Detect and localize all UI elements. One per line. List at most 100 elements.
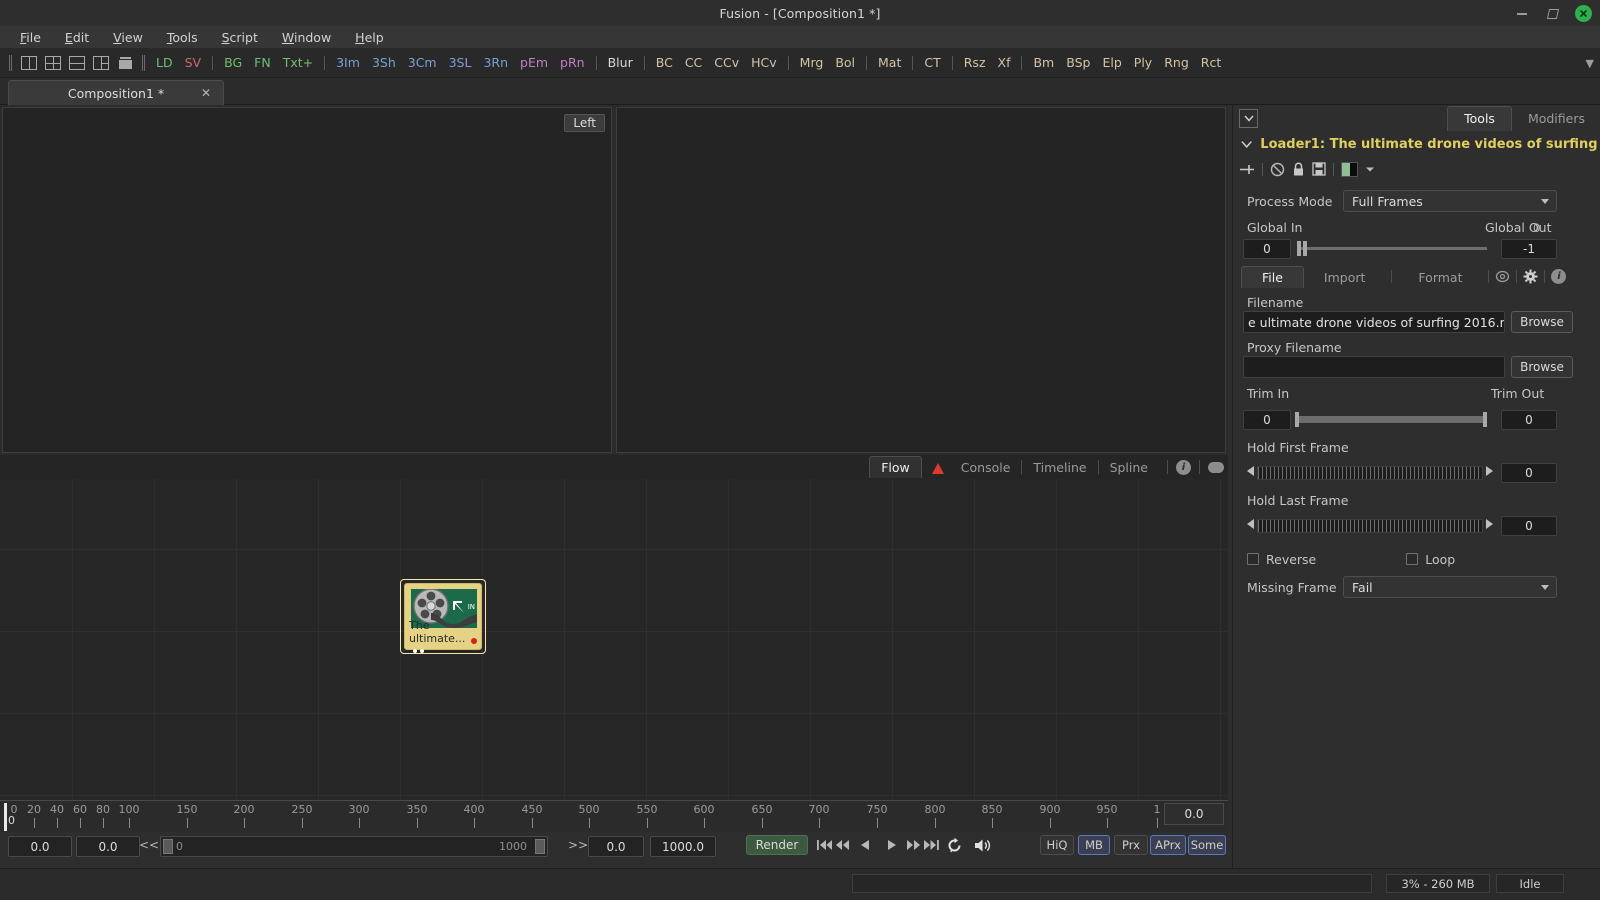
range-end-field[interactable]: 1000.0 [650, 836, 716, 857]
global-range-slider[interactable] [1297, 238, 1487, 259]
tool-button-LD[interactable]: LD [150, 55, 179, 70]
toolbar-handle-2[interactable] [142, 54, 145, 71]
viewer-left-label[interactable]: Left [564, 114, 605, 132]
scroll-grip-left[interactable] [163, 839, 173, 854]
swatch-chevron-down-icon[interactable] [1365, 166, 1375, 173]
trim-out-field[interactable]: 0 [1501, 410, 1557, 430]
menu-help[interactable]: Help [343, 28, 396, 47]
hold-last-decrement-icon[interactable] [1247, 519, 1254, 529]
layout-quad-icon[interactable] [43, 54, 63, 72]
menu-window[interactable]: Window [270, 28, 343, 47]
layout-triple-icon[interactable] [91, 54, 111, 72]
tool-button-Mrg[interactable]: Mrg [794, 55, 830, 70]
info-icon[interactable]: i [1176, 459, 1191, 475]
tool-button-FN[interactable]: FN [248, 55, 277, 70]
flow-canvas[interactable] [0, 479, 1228, 800]
disable-icon[interactable] [1270, 162, 1285, 177]
pin-icon[interactable] [1239, 163, 1255, 176]
info-icon[interactable]: i [1551, 269, 1567, 284]
layout-hsplit-icon[interactable] [67, 54, 87, 72]
hold-first-frame-field[interactable]: 0 [1501, 463, 1557, 483]
menu-view[interactable]: View [101, 28, 155, 47]
missing-frame-select[interactable]: Fail [1343, 576, 1557, 598]
filename-input[interactable]: е ultimate drone videos of surfing 2016.… [1243, 311, 1505, 333]
toolbar-overflow-caret[interactable]: ▼ [1586, 48, 1594, 78]
time-field-end[interactable]: 0.0 [76, 836, 140, 857]
scroll-forward-button[interactable]: >> [568, 838, 588, 852]
hold-last-increment-icon[interactable] [1486, 519, 1493, 529]
tool-button-Xf[interactable]: Xf [992, 55, 1017, 70]
tool-button-BG[interactable]: BG [218, 55, 248, 70]
range-start-field[interactable]: 0.0 [588, 836, 644, 857]
tool-button-Rng[interactable]: Rng [1158, 55, 1195, 70]
global-out-field[interactable]: -1 [1501, 239, 1557, 259]
prx-button[interactable]: Prx [1114, 835, 1148, 855]
play-button[interactable] [878, 835, 904, 855]
tool-button-3Cm[interactable]: 3Cm [402, 55, 443, 70]
tab-flow[interactable]: Flow [869, 456, 922, 478]
subtab-file[interactable]: File [1241, 266, 1304, 288]
chevron-down-icon[interactable] [1239, 108, 1258, 128]
timeline-scrollbar[interactable]: 0 1000 [160, 836, 548, 857]
hiq-button[interactable]: HiQ [1040, 835, 1074, 855]
hold-last-frame-slider[interactable] [1257, 519, 1483, 533]
tool-button-Rsz[interactable]: Rsz [958, 55, 992, 70]
tool-button-Bm[interactable]: Bm [1027, 55, 1060, 70]
color-swatch[interactable] [1341, 161, 1358, 177]
tool-button-BC[interactable]: BC [650, 55, 679, 70]
go-to-end-button[interactable] [922, 835, 940, 855]
target-icon[interactable] [1495, 269, 1510, 284]
some-button[interactable]: Some [1188, 835, 1226, 855]
hold-last-frame-field[interactable]: 0 [1501, 516, 1557, 536]
scroll-back-button[interactable]: << [139, 838, 159, 852]
scroll-grip-right[interactable] [535, 839, 545, 854]
tab-timeline[interactable]: Timeline [1022, 457, 1097, 478]
comment-icon[interactable] [1208, 461, 1224, 473]
trim-in-field[interactable]: 0 [1243, 410, 1291, 430]
current-time-field[interactable]: 0.0 [1164, 803, 1224, 825]
mb-button[interactable]: MB [1078, 835, 1110, 855]
filename-browse-button[interactable]: Browse [1511, 311, 1573, 333]
tool-button-HCv[interactable]: HCv [745, 55, 783, 70]
tool-button-Bol[interactable]: Bol [829, 55, 861, 70]
speaker-icon[interactable] [968, 835, 998, 855]
subtab-import[interactable]: Import [1304, 267, 1386, 288]
layout-stack-icon[interactable] [115, 54, 135, 72]
close-composition-icon[interactable]: ✕ [201, 86, 211, 100]
time-field-start[interactable]: 0.0 [8, 836, 72, 857]
toolbar-handle[interactable] [9, 54, 12, 71]
expand-chevron-icon[interactable] [1241, 140, 1252, 149]
fast-forward-button[interactable] [904, 835, 922, 855]
viewer-left[interactable]: Left [2, 107, 612, 453]
trim-slider[interactable] [1295, 409, 1487, 430]
layout-single-icon[interactable] [19, 54, 39, 72]
tool-button-SV[interactable]: SV [179, 55, 208, 70]
tool-button-Txt[interactable]: Txt+ [277, 55, 319, 70]
tool-button-Elp[interactable]: Elp [1096, 55, 1127, 70]
menu-tools[interactable]: Tools [155, 28, 210, 47]
proxy-filename-input[interactable] [1243, 356, 1505, 378]
tool-button-CCv[interactable]: CCv [708, 55, 745, 70]
hold-first-decrement-icon[interactable] [1247, 466, 1254, 476]
process-mode-select[interactable]: Full Frames [1343, 190, 1557, 212]
menu-script[interactable]: Script [210, 28, 270, 47]
tool-button-Ply[interactable]: Ply [1128, 55, 1158, 70]
tool-button-Mat[interactable]: Mat [872, 55, 907, 70]
play-reverse-button[interactable] [852, 835, 878, 855]
close-icon[interactable] [1575, 4, 1592, 22]
tool-button-CC[interactable]: CC [679, 55, 708, 70]
maximize-icon[interactable] [1545, 6, 1559, 20]
reverse-checkbox[interactable] [1247, 553, 1259, 565]
loop-icon[interactable] [940, 835, 968, 855]
tool-button-3SL[interactable]: 3SL [443, 55, 478, 70]
lock-icon[interactable] [1292, 162, 1305, 177]
node-loader1[interactable]: IN The ultimate... [404, 583, 482, 653]
node-handles[interactable] [413, 649, 424, 653]
tool-button-3Sh[interactable]: 3Sh [366, 55, 402, 70]
viewer-right[interactable] [616, 107, 1226, 453]
render-button[interactable]: Render [746, 835, 808, 855]
tool-button-Blur[interactable]: Blur [602, 55, 639, 70]
hold-first-increment-icon[interactable] [1486, 466, 1493, 476]
minimize-icon[interactable] [1515, 6, 1529, 20]
tool-button-Rct[interactable]: Rct [1195, 55, 1227, 70]
